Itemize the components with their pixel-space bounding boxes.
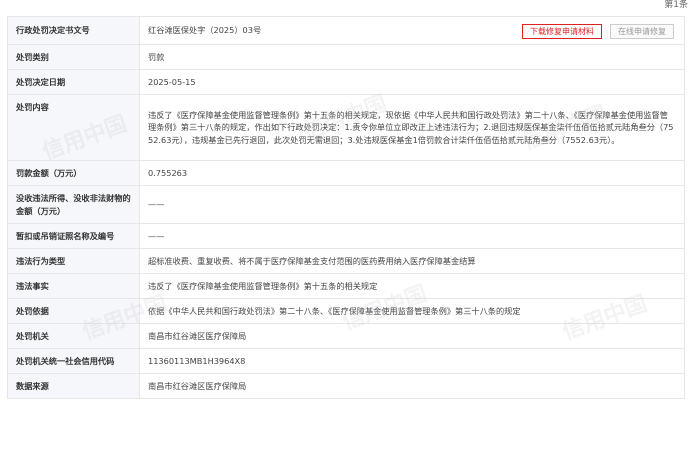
row-value: 依据《中华人民共和国行政处罚法》第二十八条、《医疗保障基金使用监督管理条例》第三…	[139, 298, 685, 324]
table-row: 数据来源 南昌市红谷滩区医疗保障局	[7, 373, 685, 399]
row-value: 罚款	[139, 44, 685, 70]
row-value: 南昌市红谷滩区医疗保障局	[139, 373, 685, 399]
table-row: 没收违法所得、没收非法财物的金额（万元） ——	[7, 185, 685, 224]
row-label: 处罚依据	[7, 298, 140, 324]
table-row: 暂扣或吊销证照名称及编号 ——	[7, 223, 685, 249]
action-buttons: 下载修复申请材料 在线申请修复	[522, 24, 674, 39]
penalty-record-table: 行政处罚决定书文号 红谷滩医保处字（2025）03号 下载修复申请材料 在线申请…	[7, 16, 685, 399]
table-row: 处罚决定日期 2025-05-15	[7, 69, 685, 95]
row-label: 处罚机关	[7, 323, 140, 349]
table-row: 处罚机关统一社会信用代码 11360113MB1H3964X8	[7, 348, 685, 374]
online-repair-button[interactable]: 在线申请修复	[610, 24, 674, 39]
table-row: 违法行为类型 超标准收费、重复收费、将不属于医疗保障基金支付范围的医药费用纳入医…	[7, 248, 685, 274]
row-value: 超标准收费、重复收费、将不属于医疗保障基金支付范围的医药费用纳入医疗保障基金结算	[139, 248, 685, 274]
row-label: 违法事实	[7, 273, 140, 299]
doc-number-cell: 红谷滩医保处字（2025）03号 下载修复申请材料 在线申请修复	[139, 16, 685, 45]
row-value: 违反了《医疗保障基金使用监督管理条例》第十五条的相关规定	[139, 273, 685, 299]
table-row: 处罚依据 依据《中华人民共和国行政处罚法》第二十八条、《医疗保障基金使用监督管理…	[7, 298, 685, 324]
row-value: ——	[139, 185, 685, 224]
row-value: 违反了《医疗保障基金使用监督管理条例》第十五条的相关规定，现依据《中华人民共和国…	[139, 94, 685, 161]
row-value: ——	[139, 223, 685, 249]
row-label: 处罚机关统一社会信用代码	[7, 348, 140, 374]
table-row: 违法事实 违反了《医疗保障基金使用监督管理条例》第十五条的相关规定	[7, 273, 685, 299]
row-label: 暂扣或吊销证照名称及编号	[7, 223, 140, 249]
doc-number-label: 行政处罚决定书文号	[7, 16, 140, 45]
row-label: 处罚决定日期	[7, 69, 140, 95]
row-label: 数据来源	[7, 373, 140, 399]
download-repair-materials-button[interactable]: 下载修复申请材料	[522, 24, 602, 39]
row-value: 11360113MB1H3964X8	[139, 348, 685, 374]
row-value: 南昌市红谷滩区医疗保障局	[139, 323, 685, 349]
row-value: 2025-05-15	[139, 69, 685, 95]
table-row: 罚款金额（万元） 0.755263	[7, 160, 685, 186]
row-label: 违法行为类型	[7, 248, 140, 274]
table-row: 处罚内容 违反了《医疗保障基金使用监督管理条例》第十五条的相关规定，现依据《中华…	[7, 94, 685, 161]
row-label: 罚款金额（万元）	[7, 160, 140, 186]
row-value: 0.755263	[139, 160, 685, 186]
row-label: 处罚内容	[7, 94, 140, 161]
table-row: 处罚机关 南昌市红谷滩区医疗保障局	[7, 323, 685, 349]
table-row-doc-number: 行政处罚决定书文号 红谷滩医保处字（2025）03号 下载修复申请材料 在线申请…	[7, 16, 685, 45]
table-row: 处罚类别 罚款	[7, 44, 685, 70]
page-counter: 第1条	[664, 0, 688, 10]
row-label: 处罚类别	[7, 44, 140, 70]
doc-number-value: 红谷滩医保处字（2025）03号	[148, 25, 262, 36]
row-label: 没收违法所得、没收非法财物的金额（万元）	[7, 185, 140, 224]
